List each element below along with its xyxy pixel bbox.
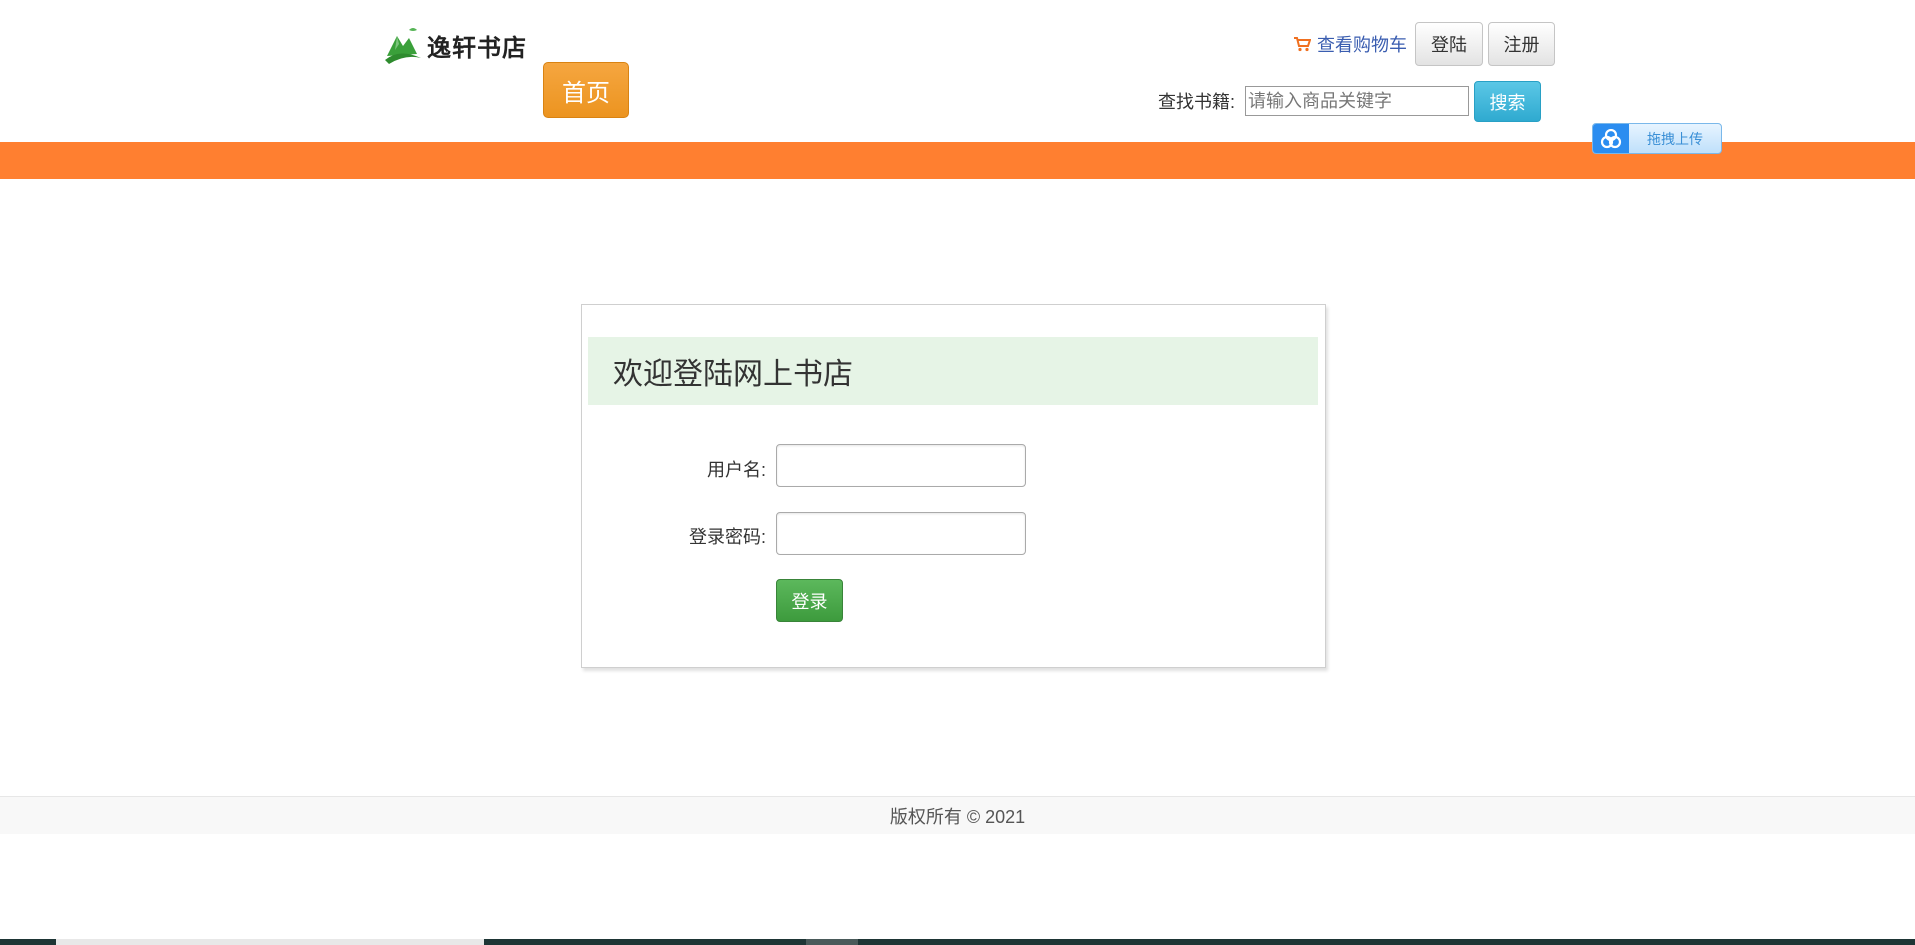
- taskbar-item[interactable]: [56, 939, 484, 945]
- register-nav-button[interactable]: 注册: [1488, 22, 1555, 66]
- login-nav-button[interactable]: 登陆: [1415, 22, 1483, 66]
- home-button[interactable]: 首页: [543, 62, 629, 118]
- view-cart-label: 查看购物车: [1317, 35, 1407, 55]
- password-field[interactable]: [776, 512, 1026, 555]
- logo-mark-icon: [385, 28, 421, 64]
- username-label: 用户名:: [706, 460, 766, 480]
- shopping-cart-icon: [1294, 37, 1311, 52]
- password-label: 登录密码:: [688, 527, 766, 547]
- site-logo[interactable]: 逸轩书店: [383, 24, 527, 66]
- drag-upload-label: 拖拽上传: [1647, 130, 1703, 147]
- footer: 版权所有 © 2021: [0, 796, 1915, 834]
- copyright-text: 版权所有 © 2021: [889, 806, 1026, 827]
- login-panel-title: 欢迎登陆网上书店: [588, 337, 1318, 405]
- logo-text: 逸轩书店: [427, 32, 527, 62]
- baidu-cloud-icon: [1593, 124, 1629, 153]
- login-submit-button[interactable]: 登录: [776, 579, 843, 622]
- view-cart-link[interactable]: 查看购物车: [1293, 31, 1407, 57]
- username-field[interactable]: [776, 444, 1026, 487]
- search-label: 查找书籍:: [1158, 92, 1236, 112]
- drag-upload-widget[interactable]: 拖拽上传: [1592, 123, 1722, 154]
- taskbar-item[interactable]: [806, 939, 858, 945]
- search-input[interactable]: [1245, 86, 1469, 116]
- search-button[interactable]: 搜索: [1474, 81, 1541, 122]
